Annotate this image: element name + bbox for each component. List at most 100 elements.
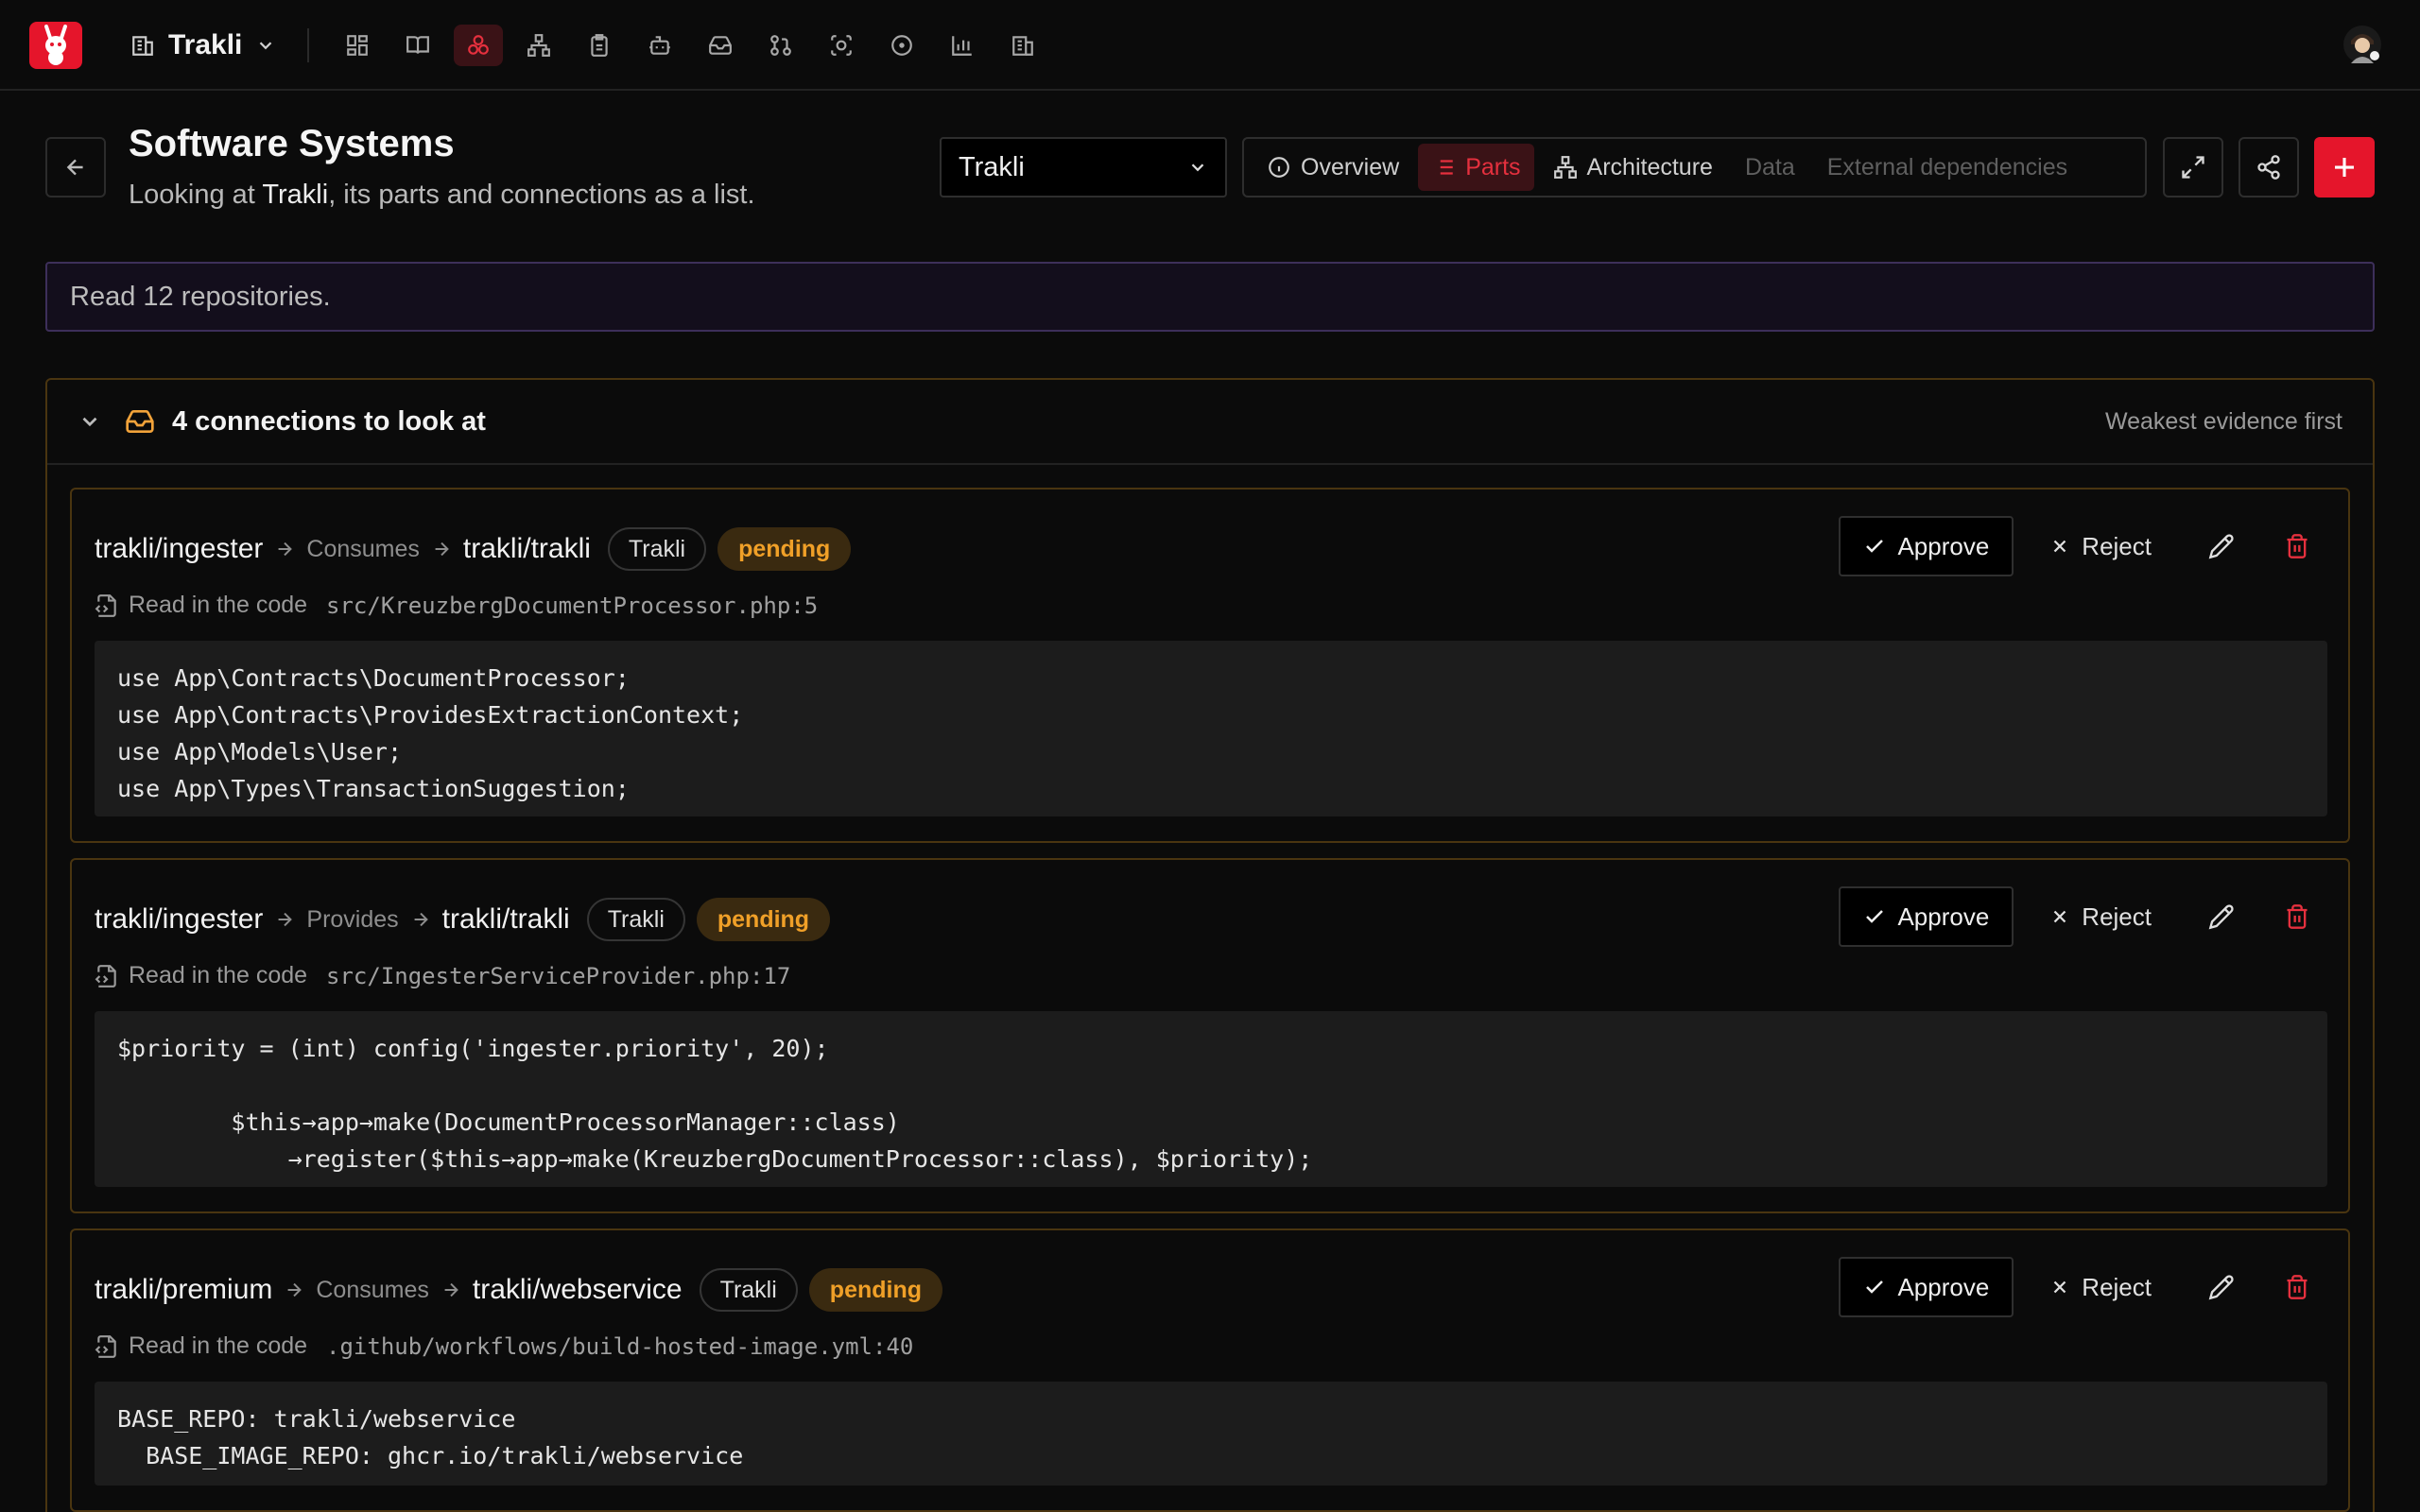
git-pull-request-icon bbox=[770, 35, 791, 56]
fullscreen-button[interactable] bbox=[2163, 137, 2223, 198]
nav-dashboard-button[interactable] bbox=[333, 25, 382, 66]
chevron-down-icon bbox=[82, 417, 97, 427]
arrow-right-icon bbox=[431, 539, 452, 559]
collapse-toggle[interactable] bbox=[78, 409, 102, 434]
bot-icon bbox=[649, 36, 670, 55]
user-avatar[interactable] bbox=[2341, 23, 2384, 66]
review-panel-title: 4 connections to look at bbox=[172, 405, 486, 437]
nav-scan-button[interactable] bbox=[817, 25, 866, 66]
nav-bot-button[interactable] bbox=[635, 25, 684, 66]
subtitle-prefix: Looking at bbox=[129, 180, 255, 210]
source-repo[interactable]: trakli/ingester bbox=[95, 903, 263, 936]
card-actions: Approve Reject bbox=[1839, 1257, 2325, 1317]
relation-type: Consumes bbox=[306, 535, 420, 562]
tab-external-dependencies-label: External dependencies bbox=[1826, 153, 2068, 180]
scan-icon bbox=[831, 35, 852, 56]
review-panel: 4 connections to look at Weakest evidenc… bbox=[45, 378, 2375, 1512]
evidence-path[interactable]: src/KreuzbergDocumentProcessor.php:5 bbox=[326, 593, 818, 619]
nav-analytics-button[interactable] bbox=[938, 25, 987, 66]
target-repo[interactable]: trakli/trakli bbox=[463, 533, 591, 565]
avatar-image-icon bbox=[2343, 26, 2381, 63]
info-icon bbox=[1269, 157, 1289, 178]
delete-button[interactable] bbox=[2269, 1257, 2325, 1317]
connection-summary: trakli/premium Consumes trakli/webservic… bbox=[95, 1268, 943, 1312]
evidence-label: Read in the code bbox=[129, 962, 308, 988]
check-icon bbox=[1866, 540, 1884, 553]
building-icon bbox=[132, 36, 153, 56]
edit-button[interactable] bbox=[2193, 886, 2250, 947]
approve-label: Approve bbox=[1897, 1272, 1990, 1301]
approve-button[interactable]: Approve bbox=[1839, 1257, 2014, 1317]
organization-switcher[interactable]: Trakli bbox=[130, 25, 276, 66]
inbox-icon bbox=[126, 410, 154, 433]
source-repo[interactable]: trakli/premium bbox=[95, 1274, 272, 1306]
app-logo[interactable] bbox=[29, 22, 82, 69]
book-icon bbox=[406, 36, 429, 54]
tab-overview[interactable]: Overview bbox=[1253, 144, 1412, 191]
nav-clipboard-button[interactable] bbox=[575, 25, 624, 66]
approve-label: Approve bbox=[1897, 902, 1990, 931]
nav-inbox-button[interactable] bbox=[696, 25, 745, 66]
system-select-value: Trakli bbox=[959, 151, 1025, 182]
file-code-icon bbox=[95, 593, 116, 617]
nav-pull-requests-button[interactable] bbox=[756, 25, 805, 66]
tab-parts[interactable]: Parts bbox=[1418, 144, 1534, 191]
nav-hierarchy-button[interactable] bbox=[514, 25, 563, 66]
sort-order-label[interactable]: Weakest evidence first bbox=[2105, 408, 2342, 436]
pencil-icon bbox=[2208, 1275, 2234, 1300]
nav-organization-button[interactable] bbox=[998, 25, 1047, 66]
evidence-path[interactable]: src/IngesterServiceProvider.php:17 bbox=[326, 963, 790, 989]
subtitle-suffix: , its parts and connections as a list. bbox=[328, 180, 755, 210]
share-icon bbox=[2257, 155, 2280, 180]
reject-button[interactable]: Reject bbox=[2027, 1257, 2174, 1317]
tab-external-dependencies[interactable]: External dependencies bbox=[1814, 144, 2081, 191]
approve-label: Approve bbox=[1897, 531, 1990, 560]
source-repo[interactable]: trakli/ingester bbox=[95, 533, 263, 565]
delete-button[interactable] bbox=[2269, 516, 2325, 576]
chevron-down-icon bbox=[1191, 163, 1204, 172]
page-subtitle: Looking at Trakli, its parts and connect… bbox=[129, 180, 755, 211]
target-repo[interactable]: trakli/webservice bbox=[473, 1274, 683, 1306]
reject-button[interactable]: Reject bbox=[2027, 516, 2174, 576]
edit-button[interactable] bbox=[2193, 516, 2250, 576]
clipboard-icon bbox=[591, 34, 608, 57]
tab-architecture[interactable]: Architecture bbox=[1540, 144, 1726, 191]
status-banner: Read 12 repositories. bbox=[45, 262, 2375, 332]
connection-summary: trakli/ingester Provides trakli/trakli T… bbox=[95, 898, 831, 941]
review-panel-header[interactable]: 4 connections to look at Weakest evidenc… bbox=[47, 380, 2373, 465]
view-tabs: Overview Parts Architecture Data Externa… bbox=[1242, 137, 2147, 198]
trash-icon bbox=[2287, 534, 2308, 558]
nav-issues-button[interactable] bbox=[877, 25, 926, 66]
system-chip: Trakli bbox=[586, 898, 685, 941]
inbox-icon bbox=[709, 36, 732, 55]
code-snippet: BASE_REPO: trakli/webservice BASE_IMAGE_… bbox=[95, 1382, 2327, 1486]
pencil-icon bbox=[2208, 534, 2234, 559]
system-select[interactable]: Trakli bbox=[940, 137, 1227, 198]
tab-data-label: Data bbox=[1744, 153, 1795, 180]
arrow-right-icon bbox=[284, 1280, 304, 1300]
tab-data[interactable]: Data bbox=[1732, 144, 1808, 191]
reject-button[interactable]: Reject bbox=[2027, 886, 2174, 947]
edit-button[interactable] bbox=[2193, 1257, 2250, 1317]
status-badge: pending bbox=[696, 898, 831, 941]
share-button[interactable] bbox=[2238, 137, 2299, 198]
back-button[interactable] bbox=[45, 137, 106, 198]
subtitle-system: Trakli bbox=[262, 180, 329, 210]
connection-card: trakli/ingester Consumes trakli/trakli T… bbox=[70, 488, 2350, 843]
approve-button[interactable]: Approve bbox=[1839, 886, 2014, 947]
code-snippet: $priority = (int) config('ingester.prior… bbox=[95, 1011, 2327, 1187]
add-button[interactable] bbox=[2314, 137, 2375, 198]
delete-button[interactable] bbox=[2269, 886, 2325, 947]
target-repo[interactable]: trakli/trakli bbox=[442, 903, 570, 936]
file-code-icon bbox=[95, 964, 116, 988]
nav-systems-button[interactable] bbox=[454, 25, 503, 66]
system-chip: Trakli bbox=[607, 527, 707, 571]
relation-type: Provides bbox=[306, 905, 399, 933]
nav-docs-button[interactable] bbox=[393, 25, 442, 66]
page-title: Software Systems bbox=[129, 123, 455, 164]
arrow-right-icon bbox=[441, 1280, 461, 1300]
chevron-down-icon bbox=[260, 42, 272, 50]
file-code-icon bbox=[95, 1334, 116, 1358]
evidence-path[interactable]: .github/workflows/build-hosted-image.yml… bbox=[326, 1333, 913, 1360]
approve-button[interactable]: Approve bbox=[1839, 516, 2014, 576]
